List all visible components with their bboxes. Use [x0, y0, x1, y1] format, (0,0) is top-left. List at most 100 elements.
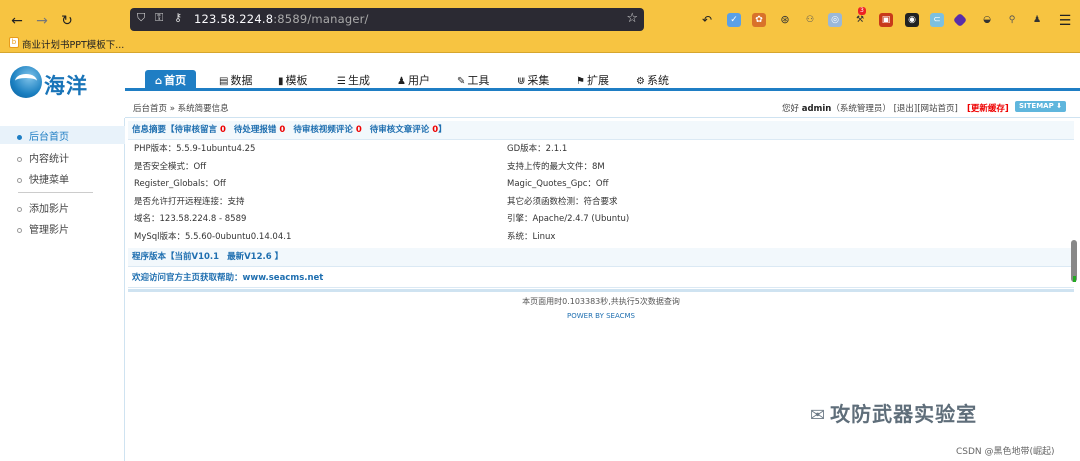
- tab-data[interactable]: ▤ 数据: [219, 70, 252, 91]
- info-row: PHP版本：5.5.9-1ubuntu4.25 GD版本：2.1.1: [128, 140, 1074, 158]
- tab-extend[interactable]: ⚑ 扩展: [576, 70, 609, 91]
- bookmark-star-icon[interactable]: ☆: [626, 11, 638, 26]
- sidebar-item-stats[interactable]: 内容统计: [17, 150, 69, 165]
- address-bar[interactable]: ⛉ ⚿ ⚷ 123.58.224.8:8589/manager/ ☆: [130, 8, 644, 31]
- extension-icon[interactable]: ◎: [828, 13, 842, 27]
- info-row: 域名：123.58.224.8 - 8589 引擎：Apache/2.4.7 (U…: [128, 210, 1074, 228]
- shield-icon[interactable]: ⛉: [137, 11, 145, 25]
- summary-header: 信息摘要【待审核留言 0 待处理报错 0 待审核视频评论 0 待审核文章评论 0】: [128, 121, 1074, 140]
- tab-generate[interactable]: ☰ 生成: [337, 70, 370, 91]
- info-left: Register_Globals：Off: [134, 179, 226, 189]
- tab-label: 系统: [646, 74, 669, 87]
- tab-label: 扩展: [586, 74, 609, 87]
- logout-link[interactable]: [退出]: [894, 104, 918, 114]
- info-row: 是否安全模式：Off 支持上传的最大文件：8M: [128, 158, 1074, 176]
- info-row: 是否允许打开远程连接：支持 其它必须函数检测：符合要求: [128, 193, 1074, 211]
- tab-label: 首页: [164, 74, 187, 87]
- site-home-link[interactable]: [网站首页]: [917, 104, 958, 114]
- undo-icon[interactable]: ↶: [700, 13, 714, 27]
- breadcrumb-separator: »: [169, 104, 175, 114]
- extension-icon[interactable]: ◉: [905, 13, 919, 27]
- version-current: 当前V10.1: [174, 252, 220, 262]
- info-left: MySql版本：5.5.60-0ubuntu0.14.04.1: [134, 232, 292, 242]
- sitemap-button[interactable]: SITEMAP ⬇: [1015, 101, 1067, 112]
- cookie-icon[interactable]: ⊛: [778, 13, 792, 27]
- bullet-icon: [17, 177, 22, 183]
- bookmark-item[interactable]: 商业计划书PPT模板下...: [22, 37, 124, 51]
- logo: 海洋: [10, 66, 120, 100]
- key-icon[interactable]: ⚷: [174, 11, 182, 24]
- profile-icon[interactable]: ♟: [1030, 13, 1044, 27]
- extension-badge: 3: [858, 7, 866, 15]
- extension-icon[interactable]: ✓: [727, 13, 741, 27]
- user-icon: ♟: [397, 76, 406, 87]
- username: admin: [801, 104, 832, 114]
- breadcrumb-home[interactable]: 后台首页: [133, 104, 167, 114]
- version-header: 程序版本【当前V10.1 最新V12.6 】: [128, 248, 1074, 267]
- sidebar-item-label: 后台首页: [29, 132, 69, 143]
- menu-icon[interactable]: ☰: [1056, 12, 1074, 30]
- version-close: 】: [274, 252, 284, 262]
- url-text[interactable]: 123.58.224.8:8589/manager/: [194, 12, 369, 26]
- tab-home[interactable]: ⌂ 首页: [145, 70, 197, 91]
- url-host: 123.58.224.8: [194, 12, 274, 26]
- extension-icon[interactable]: ✿: [752, 13, 766, 27]
- breadcrumb: 后台首页 » 系统简要信息: [133, 102, 229, 114]
- summary-link[interactable]: 待处理报错 0: [234, 125, 285, 135]
- tab-tools[interactable]: ✎ 工具: [457, 70, 489, 91]
- reload-icon[interactable]: ↻: [58, 12, 76, 30]
- sidebar-item-label: 快捷菜单: [29, 175, 69, 186]
- forward-icon[interactable]: →: [33, 12, 51, 30]
- tab-collect[interactable]: ⋓ 采集: [517, 70, 549, 91]
- sidebar-item-shortcuts[interactable]: 快捷菜单: [17, 171, 69, 186]
- clear-cache-link[interactable]: [更新缓存]: [967, 102, 1009, 114]
- pin-icon[interactable]: ⚲: [1005, 13, 1019, 27]
- info-right: 支持上传的最大文件：8M: [507, 162, 605, 172]
- url-path: :8589/manager/: [273, 12, 369, 26]
- extension-icon[interactable]: [952, 12, 968, 28]
- tab-label: 模板: [285, 74, 308, 87]
- extension-icon[interactable]: ▣: [879, 13, 893, 27]
- tab-users[interactable]: ♟ 用户: [397, 70, 430, 91]
- tab-label: 生成: [347, 74, 370, 87]
- sidebar-item-add-video[interactable]: 添加影片: [17, 200, 69, 215]
- info-left: PHP版本：5.5.9-1ubuntu4.25: [134, 144, 256, 154]
- sidebar-item-home[interactable]: 后台首页: [17, 128, 69, 143]
- bookmark-favicon-icon: b: [9, 37, 19, 48]
- user-info: 您好 admin（系统管理员） [退出][网站首页]: [782, 102, 958, 114]
- breadcrumb-bar: 后台首页 » 系统简要信息 您好 admin（系统管理员） [退出][网站首页]…: [125, 97, 1080, 118]
- help-link[interactable]: 欢迎访问官方主页获取帮助：www.seacms.net: [128, 269, 1074, 288]
- version-latest[interactable]: 最新V12.6: [227, 252, 272, 262]
- back-icon[interactable]: ←: [8, 12, 26, 30]
- extension-icon[interactable]: ⚇: [803, 13, 817, 27]
- bullet-icon: [17, 206, 22, 212]
- generate-icon: ☰: [337, 76, 346, 87]
- tab-template[interactable]: ▮ 模板: [278, 70, 308, 91]
- scrollbar-marker: [1073, 276, 1076, 282]
- tab-system[interactable]: ⚙ 系统: [636, 70, 669, 91]
- user-role: （系统管理员）: [831, 104, 891, 114]
- data-icon: ▤: [219, 76, 229, 87]
- summary-link[interactable]: 待审核视频评论 0: [293, 125, 361, 135]
- bullet-icon: [17, 134, 22, 140]
- bullet-icon: [17, 156, 22, 162]
- gear-icon: ⚙: [636, 76, 645, 87]
- sidebar-item-label: 管理影片: [29, 225, 69, 236]
- powered-by[interactable]: POWER BY SEACMS: [128, 312, 1074, 320]
- info-right: 引擎：Apache/2.4.7 (Ubuntu): [507, 214, 630, 224]
- extension-icon[interactable]: ⚒ 3: [853, 7, 867, 27]
- extension-icon[interactable]: ◒: [980, 13, 994, 27]
- info-left: 是否安全模式：Off: [134, 162, 207, 172]
- summary-title: 信息摘要【: [132, 125, 175, 135]
- extension-icon[interactable]: ⊂: [930, 13, 944, 27]
- sidebar-item-manage-video[interactable]: 管理影片: [17, 221, 69, 236]
- summary-link[interactable]: 待审核留言 0: [175, 125, 226, 135]
- sidebar-item-label: 内容统计: [29, 154, 69, 165]
- summary-close: 】: [438, 125, 447, 135]
- tab-label: 采集: [527, 74, 550, 87]
- csdn-watermark: CSDN @黑色地带(崛起): [956, 447, 1055, 457]
- page-info-icon[interactable]: ⚿: [155, 11, 163, 25]
- sidebar-item-label: 添加影片: [29, 204, 69, 215]
- greeting: 您好: [782, 104, 800, 114]
- summary-link[interactable]: 待审核文章评论 0: [370, 125, 438, 135]
